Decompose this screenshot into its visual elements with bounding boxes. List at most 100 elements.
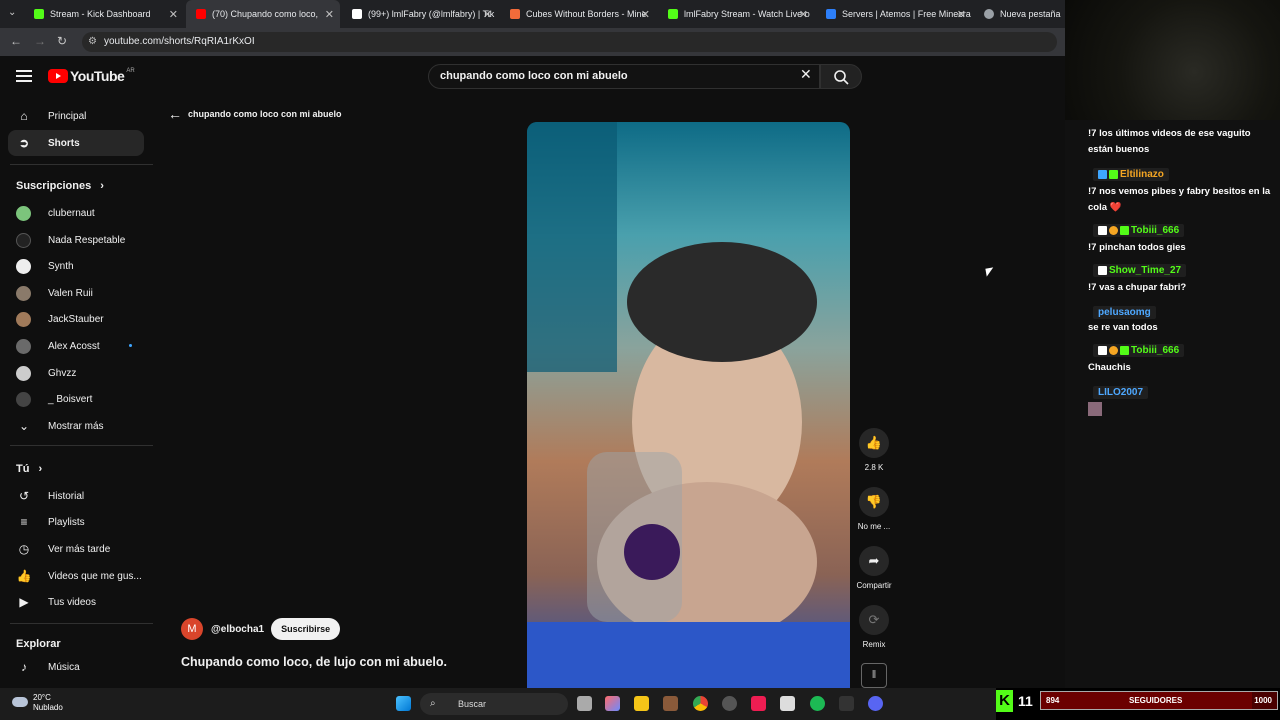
chat-message: Tobiii_666 !7 pinchan todos gies (1088, 224, 1186, 253)
share-icon: ➦ (859, 546, 889, 576)
youtube-play-icon (48, 69, 68, 83)
tab-search-icon[interactable]: ⌄ (8, 7, 16, 18)
you-header[interactable]: Tú › (16, 463, 42, 475)
chevron-down-icon: ⌄ (18, 419, 30, 433)
back-icon[interactable]: ← (10, 34, 22, 48)
avatar (16, 258, 31, 274)
capcut-icon[interactable] (780, 696, 795, 711)
share-button[interactable]: ➦ Compartir (856, 546, 892, 590)
channel-name[interactable]: @elbocha1 (211, 624, 264, 635)
show-more-button[interactable]: ⌄ Mostrar más (8, 413, 144, 439)
file-explorer-icon[interactable] (634, 696, 649, 711)
kick-logo: K (996, 690, 1013, 712)
new-content-dot (129, 344, 132, 347)
tab-kick-stream[interactable]: lmlFabry Stream - Watch Live o ✕ (658, 0, 814, 28)
menu-icon[interactable] (16, 70, 32, 82)
thumbs-up-icon: 👍 (859, 428, 889, 458)
chat-username: Show_Time_27 (1093, 264, 1187, 277)
forward-icon[interactable]: → (34, 34, 46, 48)
youtube-logo[interactable]: YouTube AR (48, 68, 135, 84)
search-button[interactable] (820, 64, 862, 89)
badge-icon (1098, 226, 1107, 235)
obs-icon[interactable] (722, 696, 737, 711)
discord-icon[interactable] (868, 696, 883, 711)
close-icon[interactable]: ✕ (483, 8, 492, 21)
copilot-icon[interactable] (605, 696, 620, 711)
tiktok-icon[interactable] (751, 696, 766, 711)
close-icon[interactable]: ✕ (641, 8, 650, 21)
audio-icon[interactable]: ǁ (861, 663, 887, 688)
tab-tiktok[interactable]: (99+) lmlFabry (@lmlfabry) | Tik ✕ (342, 0, 498, 28)
reload-icon[interactable]: ↻ (57, 34, 67, 48)
globe-icon (984, 9, 994, 19)
follower-goal-bar: 894 SEGUIDORES 1000 (1040, 691, 1278, 710)
clear-search-icon[interactable]: ✕ (800, 66, 812, 83)
subscribe-button[interactable]: Suscribirse (271, 618, 341, 640)
tab-atemos[interactable]: Servers | Atemos | Free Minecra ✕ (816, 0, 972, 28)
sidebar-item-sub[interactable]: clubernaut (8, 200, 144, 226)
epic-games-icon[interactable] (839, 696, 854, 711)
chat-username: Tobiii_666 (1093, 224, 1185, 237)
address-bar: ← → ↻ ⚙ youtube.com/shorts/RqRIA1rKxOI (0, 28, 1065, 56)
sidebar-item-music[interactable]: ♪ Música (8, 654, 144, 680)
tab-youtube[interactable]: (70) Chupando como loco, ✕ (186, 0, 340, 28)
channel-avatar[interactable]: M (181, 618, 203, 640)
chat-message: !7 los últimos videos de ese vaguito est… (1088, 128, 1251, 155)
emote-icon (1088, 402, 1102, 416)
arrow-left-icon: ← (168, 106, 182, 122)
explore-header: Explorar (16, 638, 61, 650)
close-icon[interactable]: ✕ (799, 8, 808, 21)
sidebar-item-sub[interactable]: Alex Acosst (8, 333, 144, 359)
sidebar-item-sub[interactable]: Nada Respetable (8, 227, 144, 253)
cloud-icon (12, 697, 28, 707)
subscriptions-header[interactable]: Suscripciones › (16, 180, 104, 192)
chat-message: Tobiii_666 Chauchis (1088, 342, 1280, 376)
chrome-icon[interactable] (693, 696, 708, 711)
tab-new[interactable]: Nueva pestaña (974, 0, 1064, 28)
sidebar-item-watch-later[interactable]: ◷ Ver más tarde (8, 536, 144, 562)
sidebar-item-history[interactable]: ↺ Historial (8, 483, 144, 509)
badge-icon (1098, 346, 1107, 355)
dislike-button[interactable]: 👎 No me ... (858, 487, 890, 531)
task-view-icon[interactable] (577, 696, 592, 711)
windows-start-icon[interactable] (396, 696, 411, 711)
sidebar-item-your-videos[interactable]: ▶ Tus videos (8, 589, 144, 615)
curseforge-icon (510, 9, 520, 19)
taskbar-search[interactable]: ⌕ Buscar (420, 693, 568, 715)
like-button[interactable]: 👍 2.8 K (858, 428, 890, 472)
avatar (16, 205, 31, 221)
avatar (16, 338, 31, 354)
video-caption: Chupando como loco, de lujo con mi abuel… (181, 655, 447, 669)
short-video-player[interactable] (527, 122, 850, 688)
youtube-app: YouTube AR chupando como loco con mi abu… (0, 58, 1065, 688)
url-field[interactable]: ⚙ youtube.com/shorts/RqRIA1rKxOI (82, 32, 1057, 52)
avatar (16, 391, 31, 407)
sidebar-item-principal[interactable]: ⌂ Principal (8, 103, 144, 129)
sidebar-item-shorts[interactable]: ➲ Shorts (8, 130, 144, 156)
sidebar-item-sub[interactable]: Valen Ruii (8, 280, 144, 306)
search-icon: ⌕ (430, 698, 436, 709)
shorts-icon: ➲ (18, 136, 30, 150)
sidebar-item-sub[interactable]: _ Boisvert (8, 386, 144, 412)
search-input[interactable]: chupando como loco con mi abuelo (428, 64, 820, 89)
sidebar-item-sub[interactable]: Ghvzz (8, 360, 144, 386)
badge-icon (1109, 170, 1118, 179)
close-icon[interactable]: ✕ (957, 8, 966, 21)
sidebar-item-liked[interactable]: 👍 Videos que me gus... (8, 563, 144, 589)
sidebar-item-playlists[interactable]: ≡ Playlists (8, 509, 144, 535)
close-icon[interactable]: ✕ (325, 8, 334, 21)
back-to-search[interactable]: ← chupando como loco con mi abuelo (168, 106, 342, 122)
close-icon[interactable]: ✕ (169, 8, 178, 21)
sidebar-item-sub[interactable]: Synth (8, 253, 144, 279)
app-icon[interactable] (663, 696, 678, 711)
site-info-icon[interactable]: ⚙ (88, 32, 97, 52)
stream-overlay: !7 los últimos videos de ese vaguito est… (1065, 0, 1280, 688)
spotify-icon[interactable] (810, 696, 825, 711)
tab-cubes[interactable]: Cubes Without Borders - Mine ✕ (500, 0, 656, 28)
remix-button[interactable]: ⟳ Remix (858, 605, 890, 649)
tab-kick-dashboard[interactable]: Stream - Kick Dashboard ✕ (24, 0, 184, 28)
video-icon: ▶ (19, 595, 29, 609)
weather-widget[interactable]: 20°C Nublado (12, 693, 63, 713)
sidebar-item-sub[interactable]: JackStauber (8, 306, 144, 332)
webcam-feed (1065, 0, 1280, 120)
